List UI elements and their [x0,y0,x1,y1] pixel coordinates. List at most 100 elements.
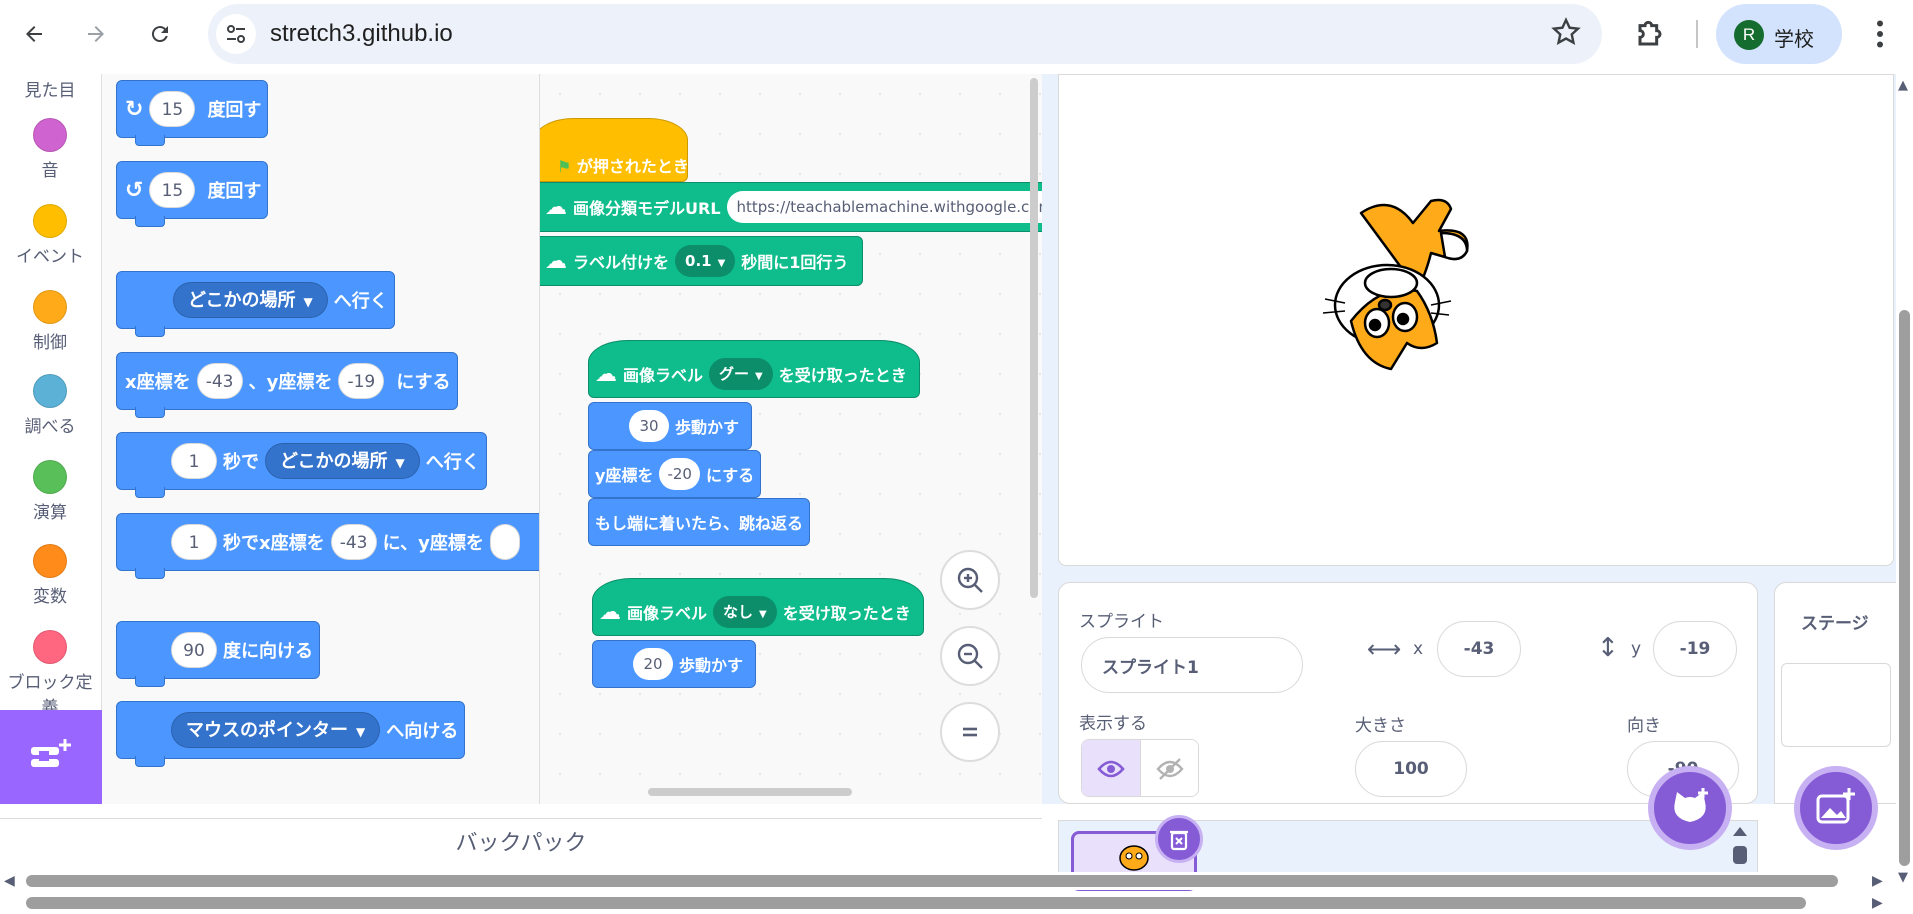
direction-input[interactable]: 90 [171,632,217,668]
x-input[interactable]: -43 [196,363,243,399]
extensions-puzzle-icon[interactable] [1630,14,1670,58]
y-input[interactable]: -20 [659,458,700,490]
category-dot-icon [33,204,67,238]
zoom-in-button[interactable] [940,550,1000,610]
delete-sprite-button[interactable] [1155,815,1203,863]
show-sprite-button[interactable] [1082,740,1140,796]
move-steps-block-2[interactable]: 20 歩動かす [592,640,757,688]
label-every-block[interactable]: ☁ ラベル付けを 0.1 ▼ 秒間に1回行う [540,236,864,286]
when-label-received-block-1[interactable]: ☁ 画像ラベル グー ▼ を受け取ったとき [588,340,920,398]
more-menu-icon[interactable] [1862,14,1898,58]
point-direction-block[interactable]: 90 度に向ける [116,621,320,687]
scroll-right-arrow-icon[interactable]: ▶ [1872,873,1883,889]
add-extension-button[interactable] [0,710,102,804]
model-url-block[interactable]: ☁ 画像分類モデルURL https://teachablemachine.wi… [540,182,1042,232]
bookmark-star-icon[interactable] [1550,16,1582,52]
sprite-list-scroll-arrows[interactable] [1733,827,1747,867]
goto-target-dropdown[interactable]: どこかの場所 ▼ [173,282,328,318]
sprite-name-input[interactable]: スプライト1 [1081,637,1303,693]
goto-block[interactable]: どこかの場所 ▼ へ行く [116,271,395,337]
block-text: 画像ラベル [627,604,708,623]
x-input[interactable]: -43 [1437,621,1521,677]
page-hscrollbar-1[interactable]: ◀ ▶ [0,872,1893,890]
y-input[interactable]: -19 [1653,621,1737,677]
when-label-received-block-2[interactable]: ☁ 画像ラベル なし ▼ を受け取ったとき [592,578,924,636]
model-url-input[interactable]: https://teachablemachine.withgoogle.com [726,191,1042,223]
cat-sprite-icon[interactable] [1321,193,1491,373]
address-bar[interactable]: stretch3.github.io [208,4,1602,64]
page-vscrollbar[interactable]: ▲ ▼ [1896,74,1913,885]
category-sound[interactable]: 音 [0,118,100,181]
zoom-out-button[interactable] [940,626,1000,686]
category-variables[interactable]: 変数 [0,544,100,607]
category-label: 演算 [33,503,67,523]
glide-to-block[interactable]: 1 秒で どこかの場所 ▼ へ行く [116,432,487,498]
scroll-up-arrow-icon[interactable]: ▲ [1898,78,1908,93]
turn-right-block[interactable]: ↻ 15 度回す [116,80,269,146]
reload-button[interactable] [140,14,180,54]
eye-slash-icon [1155,758,1184,780]
profile-chip[interactable]: R 学校 [1716,4,1842,64]
scroll-right-arrow-icon[interactable]: ▶ [1872,895,1883,911]
bounce-block[interactable]: もし端に着いたら、跳ね返る [588,498,811,546]
scrollbar-thumb[interactable] [26,897,1806,909]
category-dot-icon [33,460,67,494]
size-input[interactable]: 100 [1355,741,1467,797]
script-area[interactable]: ⚑ が押されたとき ☁ 画像分類モデルURL https://teachable… [540,74,1042,804]
category-events[interactable]: イベント [0,204,100,267]
hide-sprite-button[interactable] [1140,740,1198,796]
block-text: に、y座標を [382,533,484,554]
choose-backdrop-button[interactable] [1794,766,1878,850]
block-text: 度回す [207,181,262,202]
glide-xy-block[interactable]: 1 秒でx座標を -43 に、y座標を [116,513,539,579]
glide-target-dropdown[interactable]: どこかの場所 ▼ [265,443,420,479]
block-text: 度回す [207,100,262,121]
set-y-block[interactable]: y座標を -20 にする [588,450,762,498]
category-control[interactable]: 制御 [0,290,100,353]
script-vscrollbar[interactable] [1030,78,1038,598]
y-input[interactable]: -19 [338,363,385,399]
page-hscrollbar-2[interactable]: ▶ [0,894,1893,912]
category-my-blocks[interactable]: ブロック定義 [0,630,100,710]
scroll-down-arrow-icon[interactable]: ▼ [1898,870,1908,885]
steps-input[interactable]: 20 [633,648,673,680]
x-input[interactable]: -43 [330,524,377,560]
when-flag-clicked-block[interactable]: ⚑ が押されたとき [540,118,689,182]
zoom-reset-button[interactable] [940,702,1000,762]
backpack-header[interactable]: バックパック [0,818,1042,868]
url-text[interactable]: stretch3.github.io [270,20,453,48]
category-dot-icon [33,374,67,408]
category-sensing[interactable]: 調べる [0,374,100,437]
steps-input[interactable]: 30 [629,410,669,442]
toolbar-divider [1696,20,1698,48]
degrees-input[interactable]: 15 [149,91,196,127]
label-dropdown[interactable]: グー ▼ [709,358,773,390]
scroll-left-arrow-icon[interactable]: ◀ [4,873,15,889]
site-settings-icon[interactable] [216,14,256,54]
scrollbar-thumb[interactable] [26,875,1838,887]
seconds-input[interactable]: 1 [171,524,217,560]
back-button[interactable] [14,14,54,54]
block-text: 歩動かす [679,656,744,675]
choose-sprite-button[interactable] [1648,766,1732,850]
point-towards-block[interactable]: マウスのポインター ▼ へ向ける [116,701,466,767]
label-dropdown[interactable]: なし ▼ [713,596,777,628]
degrees-input[interactable]: 15 [149,172,196,208]
y-input[interactable] [489,524,520,560]
seconds-input[interactable]: 1 [171,443,217,479]
stage[interactable] [1058,74,1894,566]
script-hscrollbar[interactable] [648,788,852,796]
turn-left-block[interactable]: ↺ 15 度回す [116,161,269,227]
forward-button[interactable] [76,14,116,54]
block-text: へ行く [425,452,480,473]
stage-thumbnail[interactable] [1781,663,1891,747]
towards-target-dropdown[interactable]: マウスのポインター ▼ [171,712,381,748]
direction-label: 向き [1627,716,1661,736]
category-looks[interactable]: 見た目 [0,76,100,101]
arrow-right-icon [88,26,104,42]
interval-dropdown[interactable]: 0.1 ▼ [675,245,736,277]
set-xy-block[interactable]: x座標を -43 、y座標を -19 にする [116,352,458,418]
scrollbar-thumb[interactable] [1899,310,1910,866]
move-steps-block-1[interactable]: 30 歩動かす [588,402,753,450]
category-operators[interactable]: 演算 [0,460,100,523]
